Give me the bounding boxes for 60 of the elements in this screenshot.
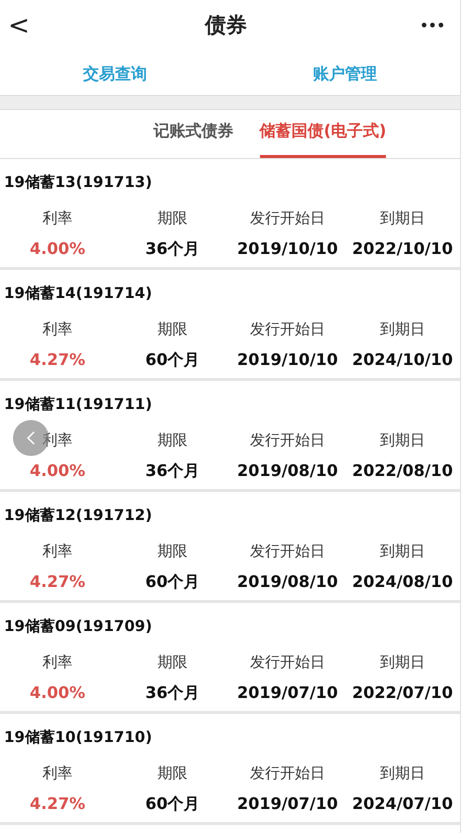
column-label: 利率 [42, 652, 72, 673]
column-label: 发行开始日 [250, 430, 325, 451]
column-label: 到期日 [380, 208, 425, 229]
bond-value: 2019/08/10 [236, 571, 339, 593]
bond-value: 60个月 [144, 793, 201, 815]
bond-name: 19储蓄13(191713) [3, 172, 154, 193]
column-label: 发行开始日 [250, 652, 325, 673]
column-label: 利率 [42, 540, 72, 562]
bond-value: 4.27% [28, 349, 86, 371]
column-label: 利率 [42, 208, 72, 229]
bond-value: 2022/08/10 [351, 460, 454, 482]
bond-value: 2019/07/10 [236, 793, 339, 815]
column-label: 期限 [158, 540, 188, 562]
column-label: 发行开始日 [250, 762, 325, 784]
page-title: 债券 [205, 12, 247, 40]
column-label: 期限 [158, 652, 188, 673]
column-label: 发行开始日 [250, 318, 325, 340]
bond-name: 19储蓄10(191710) [3, 727, 154, 748]
column-label: 利率 [42, 762, 72, 784]
back-button[interactable]: < [8, 6, 40, 46]
column-label: 期限 [158, 430, 188, 451]
bond-name: 19储蓄09(191709) [3, 616, 154, 637]
column-label: 期限 [158, 318, 188, 340]
bond-value: 2022/10/10 [351, 238, 454, 260]
column-label: 到期日 [380, 430, 425, 451]
bond-value: 4.00% [28, 460, 86, 482]
bond-value: 60个月 [144, 349, 201, 371]
bond-value: 4.00% [28, 682, 86, 704]
column-label: 到期日 [380, 540, 425, 562]
bond-value: 4.27% [28, 793, 86, 815]
bond-value: 2024/10/10 [351, 349, 454, 371]
bond-name: 19储蓄14(191714) [3, 283, 154, 304]
tab[interactable]: 记账式债券 [154, 119, 234, 158]
column-label: 期限 [158, 762, 188, 784]
bond-value: 4.27% [28, 571, 86, 593]
column-label: 到期日 [380, 762, 425, 784]
column-label: 期限 [158, 208, 188, 229]
column-label: 发行开始日 [250, 540, 325, 562]
chevron-left-icon [26, 430, 36, 446]
column-label: 发行开始日 [250, 208, 325, 229]
bond-value: 2019/07/10 [236, 682, 339, 704]
bond-value: 2019/10/10 [236, 238, 339, 260]
column-label: 到期日 [380, 652, 425, 673]
bond-value: 36个月 [144, 460, 201, 482]
column-label: 利率 [42, 430, 72, 451]
bond-value: 2024/08/10 [351, 571, 454, 593]
bond-value: 36个月 [144, 682, 201, 704]
tab[interactable]: 储蓄国债(电子式) [260, 119, 386, 158]
bond-value: 2019/10/10 [236, 349, 339, 371]
more-button[interactable]: ••• [412, 14, 452, 38]
bond-value: 4.00% [28, 238, 86, 260]
bond-value: 36个月 [144, 238, 201, 260]
bond-value: 60个月 [144, 571, 201, 593]
bond-value: 2024/07/10 [351, 793, 454, 815]
bond-name: 19储蓄11(191711) [3, 394, 154, 415]
bond-name: 19储蓄12(191712) [3, 505, 154, 526]
column-label: 利率 [42, 318, 72, 340]
column-label: 到期日 [380, 318, 425, 340]
bond-value: 2019/08/10 [236, 460, 339, 482]
bond-value: 2022/07/10 [351, 682, 454, 704]
